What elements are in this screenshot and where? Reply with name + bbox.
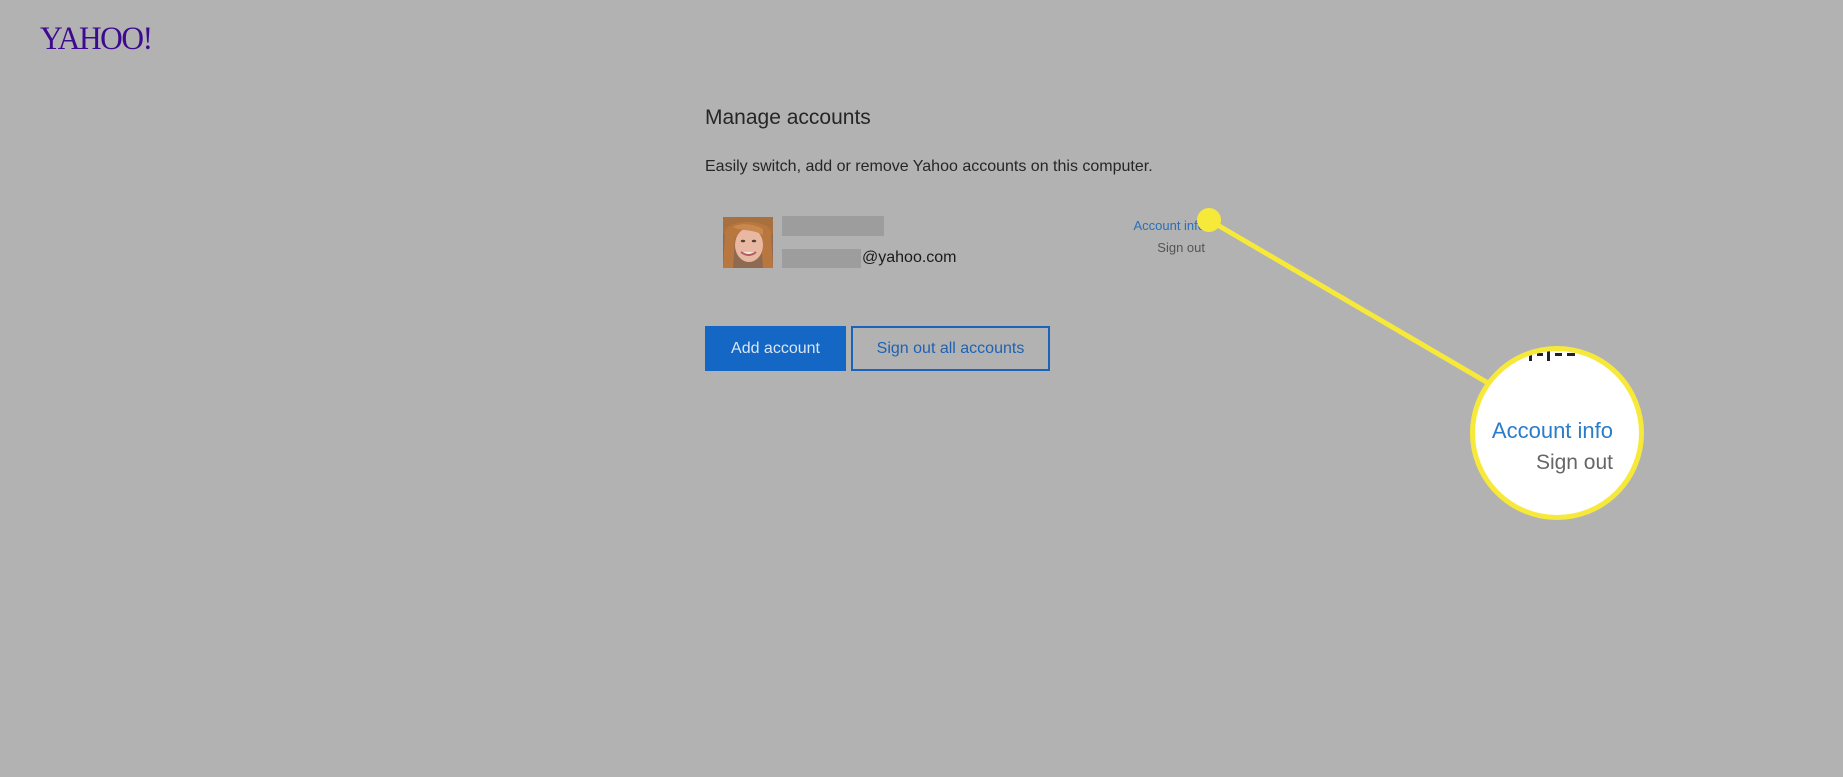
add-account-button[interactable]: Add account xyxy=(705,326,846,371)
callout-dot xyxy=(1197,208,1221,232)
zoom-account-info-link[interactable]: Account info xyxy=(1492,418,1613,444)
sign-out-link[interactable]: Sign out xyxy=(1157,240,1205,255)
account-email-redacted xyxy=(782,249,861,268)
page-subtitle: Easily switch, add or remove Yahoo accou… xyxy=(705,158,1153,175)
avatar xyxy=(723,217,773,268)
account-row: @yahoo.com Account info Sign out xyxy=(705,211,1205,271)
cropped-text-fragment xyxy=(1529,351,1575,361)
manage-accounts-page: YAHOO! Manage accounts Easily switch, ad… xyxy=(0,0,1843,777)
account-name-redacted xyxy=(782,216,884,236)
sign-out-all-button[interactable]: Sign out all accounts xyxy=(851,326,1050,371)
zoom-sign-out-link[interactable]: Sign out xyxy=(1536,451,1613,475)
yahoo-logo[interactable]: YAHOO! xyxy=(40,21,153,58)
account-info-link[interactable]: Account info xyxy=(1133,218,1205,233)
zoom-callout: Account info Sign out xyxy=(1470,346,1644,520)
avatar-photo xyxy=(723,217,773,268)
account-email-domain: @yahoo.com xyxy=(862,249,957,266)
manage-accounts-panel: Manage accounts Easily switch, add or re… xyxy=(705,106,1265,371)
zoom-callout-cropped-text xyxy=(1523,351,1593,369)
page-title: Manage accounts xyxy=(705,106,871,129)
